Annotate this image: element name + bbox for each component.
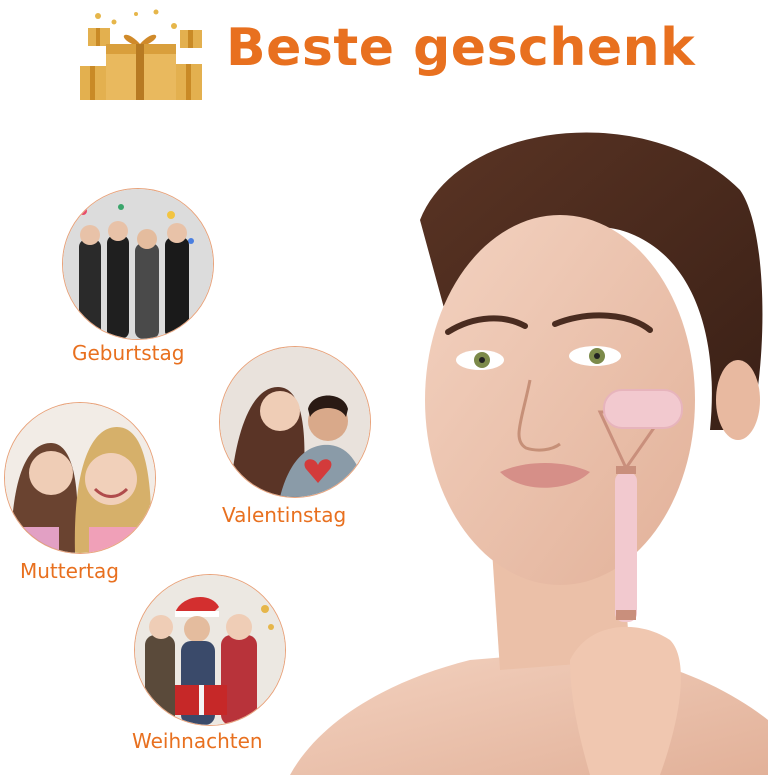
occasion-label-valentinstag: Valentinstag xyxy=(222,503,347,527)
christmas-family-photo xyxy=(134,574,286,726)
couple-photo xyxy=(219,346,371,498)
product-banner: Beste geschenk Geburtstag Valentinstag M… xyxy=(0,0,768,775)
mother-daughter-photo xyxy=(4,402,156,554)
occasion-label-weihnachten: Weihnachten xyxy=(132,729,263,753)
party-photo xyxy=(62,188,214,340)
occasion-label-geburtstag: Geburtstag xyxy=(72,341,185,365)
occasion-label-muttertag: Muttertag xyxy=(20,559,119,583)
gift-boxes-icon xyxy=(80,9,202,100)
page-title: Beste geschenk xyxy=(226,18,696,78)
